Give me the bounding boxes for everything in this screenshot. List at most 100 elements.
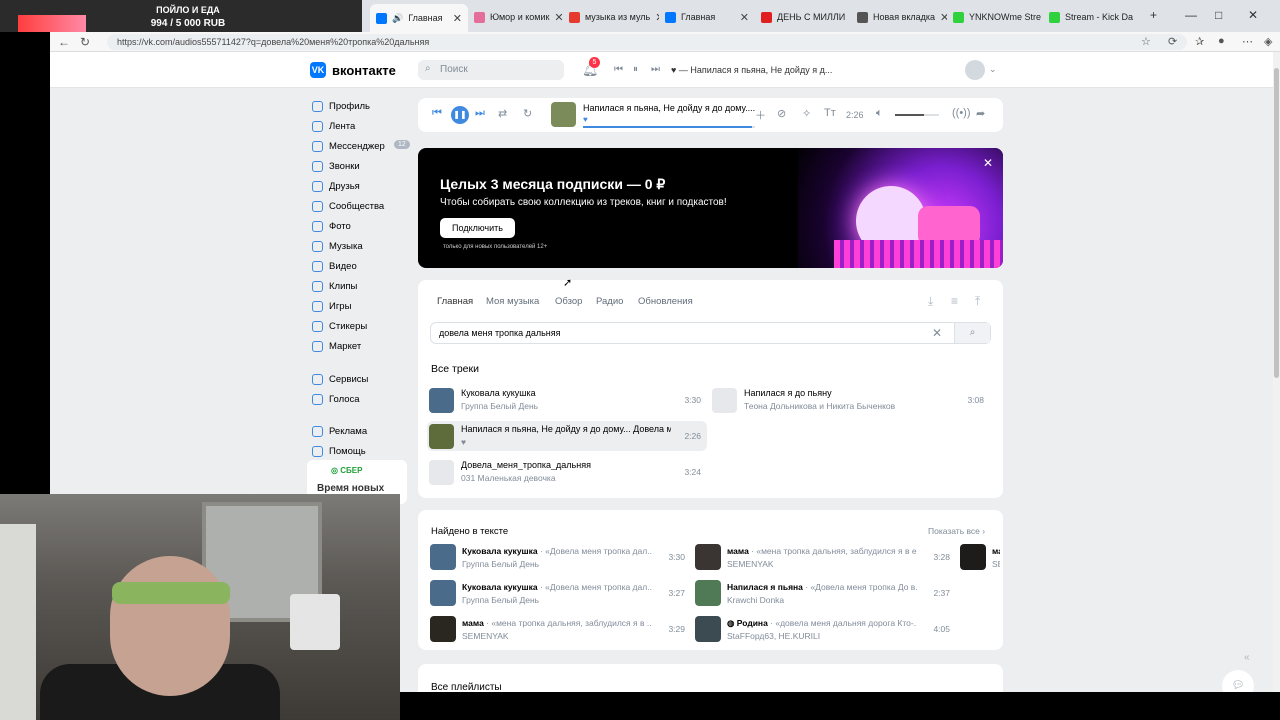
extensions-icon[interactable]: ⟳ (1168, 35, 1177, 48)
sidebar-item[interactable]: Сервисы (312, 369, 368, 389)
sidebar-item[interactable]: Игры (312, 296, 351, 316)
tab-my-music[interactable]: Моя музыка (486, 296, 539, 307)
player-track-title[interactable]: Напилася я пьяна, Не дойду я до дому.... (583, 103, 755, 113)
sidebar-item[interactable]: Голоса (312, 389, 360, 409)
track-artist[interactable]: SEMENYAK (462, 631, 509, 641)
browser-tab[interactable]: Новая вкладка ✕ (851, 6, 947, 28)
reload-icon[interactable]: ↻ (80, 35, 90, 49)
add-icon[interactable]: ＋ (755, 107, 766, 123)
track-artist[interactable]: SE (992, 559, 1000, 569)
lyrics-icon[interactable]: Tт (824, 107, 836, 119)
close-tab-icon[interactable]: ✕ (453, 12, 462, 25)
track-artist[interactable]: Krawchi Donka (727, 595, 784, 605)
copilot-icon[interactable]: ◈ (1264, 35, 1272, 48)
track-artist[interactable]: SEMENYAK (727, 559, 774, 569)
maximize-button[interactable]: □ (1215, 8, 1222, 22)
found-track-row[interactable]: Напилася я пьяна · «Довела меня тропка Д… (695, 578, 960, 608)
previous-track-icon[interactable]: ⏮ (432, 107, 442, 120)
vk-logo[interactable]: VK вконтакте (310, 62, 396, 78)
found-track-row[interactable]: Куковала кукушка · «Довела меня тропка д… (430, 542, 695, 572)
browser-tab[interactable]: музыка из муль ✕ (563, 6, 659, 28)
sidebar-item[interactable]: Помощь (312, 441, 366, 461)
found-track-row[interactable]: Куковала кукушка · «Довела меня тропка д… (430, 578, 695, 608)
track-artist[interactable]: Группа Белый День (462, 559, 539, 569)
close-window-button[interactable]: ✕ (1248, 8, 1258, 22)
dislike-icon[interactable]: ⊘ (777, 107, 786, 120)
minimize-button[interactable]: — (1185, 8, 1197, 22)
repeat-icon[interactable]: ↻ (523, 107, 532, 120)
upload-icon[interactable]: ⤒ (975, 294, 980, 309)
profile-icon[interactable]: ● (1218, 35, 1225, 47)
search-icon[interactable]: ⌕ (954, 323, 990, 343)
sidebar-item[interactable]: Друзья (312, 176, 360, 196)
download-icon[interactable]: ⤓ (928, 294, 933, 309)
header-search-input[interactable]: ⌕ Поиск (418, 60, 564, 80)
found-track-row[interactable]: ма SE (960, 542, 1000, 572)
track-row[interactable]: Напилася я пьяна, Не дойду я до дому... … (427, 421, 707, 451)
music-search-input[interactable]: довела меня тропка дальняя ✕ ⌕ (430, 322, 991, 344)
favorites-icon[interactable]: ✰ (1195, 35, 1204, 48)
track-row[interactable]: Куковала кукушка Группа Белый День 3:30 (427, 385, 707, 415)
tab-radio[interactable]: Радио (596, 296, 623, 307)
pause-icon[interactable]: ⏸ (633, 64, 638, 75)
scrollbar-thumb[interactable] (1274, 68, 1279, 378)
sparkle-icon[interactable]: ✧ (802, 107, 811, 120)
new-tab-button[interactable]: + (1150, 8, 1157, 22)
sidebar-item[interactable]: Музыка (312, 236, 363, 256)
back-icon[interactable]: ← (58, 35, 70, 49)
chat-icon[interactable]: 💬︎ (1222, 670, 1254, 692)
sidebar-item[interactable]: Профиль (312, 96, 370, 116)
track-artist[interactable]: ♥ (461, 437, 466, 447)
close-tab-icon[interactable]: ✕ (554, 11, 563, 24)
found-track-row[interactable]: мама · «мена тропка дальняя, заблудился … (695, 542, 960, 572)
browser-tab[interactable]: Главная ✕ (659, 6, 755, 28)
chevron-down-icon[interactable]: ⌄ (989, 64, 997, 75)
add-playlist-icon[interactable]: ≡ (951, 294, 958, 308)
next-track-icon[interactable]: ⏭ (651, 64, 660, 75)
collapse-icon[interactable]: « (1244, 652, 1250, 663)
browser-tab[interactable]: YNKNOWme Stre ✕ (947, 6, 1043, 28)
sidebar-item[interactable]: Лента (312, 116, 355, 136)
browser-tab[interactable]: Stream - Kick Da ✕ (1043, 6, 1139, 28)
sidebar-item[interactable]: Сообщества (312, 196, 384, 216)
tab-browse[interactable]: Обзор (555, 296, 582, 307)
sidebar-item[interactable]: Фото (312, 216, 351, 236)
player-progress-bar[interactable] (583, 126, 755, 128)
sidebar-item[interactable]: Мессенджер 12 (312, 136, 410, 156)
browser-tab[interactable]: 🔊 Главная ✕ (370, 4, 468, 32)
subscribe-button[interactable]: Подключить (440, 218, 515, 238)
menu-icon[interactable]: ⋯ (1242, 35, 1253, 48)
browser-tab[interactable]: Юмор и комик ✕ (468, 6, 563, 28)
track-row[interactable]: Довела_меня_тропка_дальняя 031 Маленькая … (427, 457, 707, 487)
shuffle-icon[interactable]: ⇄ (498, 107, 507, 120)
sidebar-item[interactable]: Звонки (312, 156, 360, 176)
sidebar-item[interactable]: Маркет (312, 336, 361, 356)
found-track-row[interactable]: мама · «мена тропка дальняя, заблудился … (430, 614, 695, 644)
sidebar-item[interactable]: Реклама (312, 421, 367, 441)
tab-main[interactable]: Главная (437, 296, 473, 307)
track-artist[interactable]: 031 Маленькая девочка (461, 473, 556, 483)
show-all-link[interactable]: Показать все › (928, 526, 985, 536)
sidebar-item[interactable]: Стикеры (312, 316, 367, 336)
page-scrollbar[interactable] (1273, 52, 1280, 692)
browser-tab[interactable]: ДЕНЬ С МИЛЛИ ✕ (755, 6, 851, 28)
close-tab-icon[interactable]: ✕ (740, 11, 749, 24)
volume-icon[interactable]: 🔈︎ (876, 107, 883, 120)
track-artist[interactable]: Группа Белый День (462, 595, 539, 605)
found-track-row[interactable]: ◍ Родина · «довела меня дальняя дорога К… (695, 614, 960, 644)
track-artist[interactable]: Группа Белый День (461, 401, 538, 411)
sidebar-item[interactable]: Клипы (312, 276, 357, 296)
broadcast-icon[interactable]: ((•)) (952, 107, 971, 119)
close-icon[interactable]: ✕ (983, 156, 993, 170)
avatar[interactable] (965, 60, 985, 80)
next-track-icon[interactable]: ⏭ (475, 107, 485, 120)
share-icon[interactable]: ➦ (976, 107, 985, 120)
track-artist[interactable]: StaFFорд63, HE.KURILI (727, 631, 820, 641)
previous-track-icon[interactable]: ⏮ (614, 64, 623, 75)
url-field[interactable]: https://vk.com/audios555711427?q=довела%… (107, 34, 1187, 50)
volume-slider[interactable] (895, 114, 939, 116)
track-artist[interactable]: Теона Дольникова и Никита Быченков (744, 401, 895, 411)
sidebar-item[interactable]: Видео (312, 256, 357, 276)
close-tab-icon[interactable]: ✕ (1138, 11, 1139, 24)
header-now-playing[interactable]: ♥ — Напилася я пьяна, Не дойду я д... (671, 65, 832, 75)
